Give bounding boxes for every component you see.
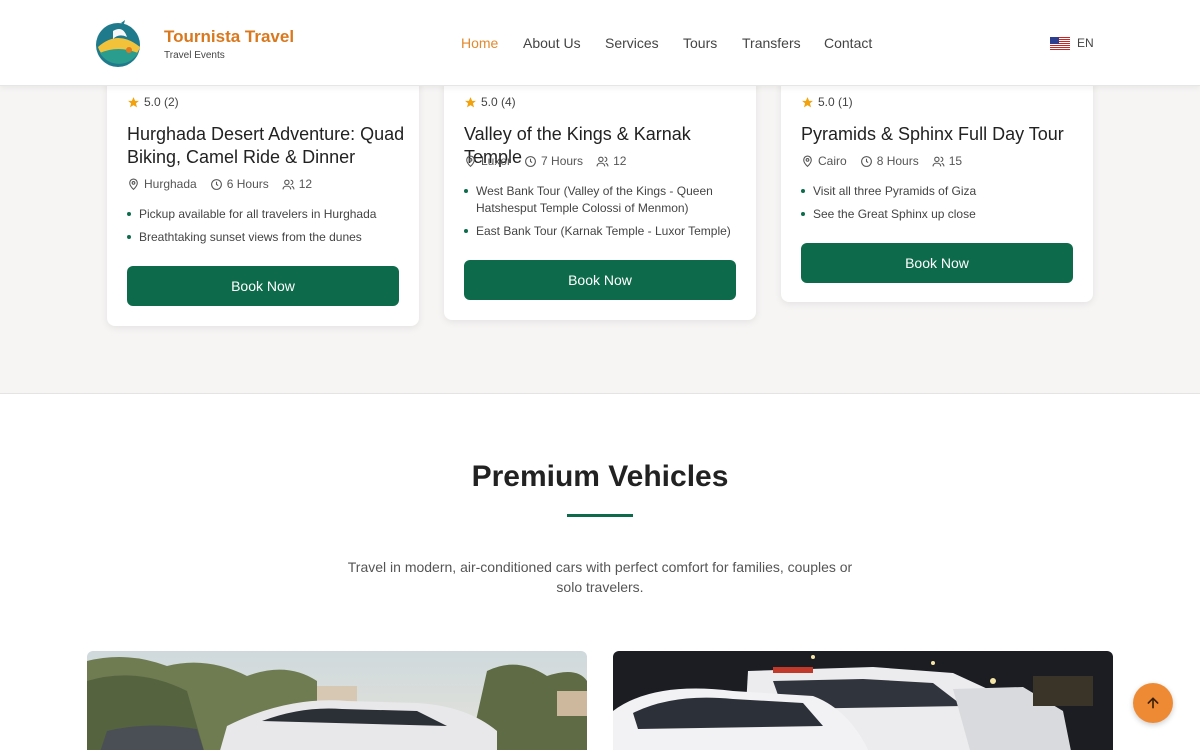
list-item: West Bank Tour (Valley of the Kings - Qu…	[464, 183, 734, 217]
star-icon	[465, 96, 476, 107]
book-now-button[interactable]: Book Now	[801, 243, 1073, 283]
book-now-button[interactable]: Book Now	[127, 266, 399, 306]
list-item: Breathtaking sunset views from the dunes	[127, 229, 376, 246]
vehicle-photo-night-image	[613, 651, 1113, 750]
map-pin-icon	[466, 155, 475, 167]
tour-duration: 6 Hours	[210, 177, 269, 191]
nav-about-us[interactable]: About Us	[523, 35, 581, 51]
nav-transfers[interactable]: Transfers	[742, 35, 801, 51]
vehicles-description: Travel in modern, air-conditioned cars w…	[347, 559, 853, 595]
us-flag-icon	[1050, 36, 1070, 50]
tour-highlights: Visit all three Pyramids of Giza See the…	[801, 183, 976, 229]
main-nav: Home About Us Services Tours Transfers C…	[0, 35, 1200, 53]
language-selector[interactable]: EN	[1050, 36, 1094, 50]
tour-card-cairo: 5.0 (1) Pyramids & Sphinx Full Day Tour …	[781, 76, 1093, 302]
tour-highlights: Pickup available for all travelers in Hu…	[127, 206, 376, 252]
tour-card-luxor: 5.0 (4) Valley of the Kings & Karnak Tem…	[444, 76, 756, 320]
list-item: Visit all three Pyramids of Giza	[801, 183, 976, 200]
nav-contact[interactable]: Contact	[824, 35, 872, 51]
vehicles-heading: Premium Vehicles	[471, 460, 729, 493]
tour-location: Luxor	[464, 154, 511, 168]
tour-group-size: 12	[282, 177, 312, 191]
arrow-up-icon	[1147, 697, 1159, 709]
tour-location: Cairo	[801, 154, 847, 168]
vehicle-photo-night	[613, 651, 1113, 750]
tour-location: Hurghada	[127, 177, 197, 191]
tour-meta: Luxor 7 Hours 12	[464, 154, 639, 168]
users-icon	[282, 179, 295, 189]
language-label: EN	[1077, 36, 1094, 50]
scroll-to-top-button[interactable]	[1133, 683, 1173, 723]
tour-rating: 5.0 (4)	[464, 95, 516, 109]
star-icon	[802, 96, 813, 107]
tour-rating: 5.0 (1)	[801, 95, 853, 109]
vehicle-photo-daytime-image	[87, 651, 587, 750]
rating-value: 5.0 (4)	[481, 95, 516, 109]
list-item: Pickup available for all travelers in Hu…	[127, 206, 376, 223]
star-icon	[128, 96, 139, 107]
tour-duration: 7 Hours	[524, 154, 583, 168]
tour-meta: Hurghada 6 Hours 12	[127, 177, 325, 191]
clock-icon	[210, 178, 222, 190]
tour-rating: 5.0 (2)	[127, 95, 179, 109]
rating-value: 5.0 (1)	[818, 95, 853, 109]
tour-duration: 8 Hours	[860, 154, 919, 168]
tours-section: 5.0 (2) Hurghada Desert Adventure: Quad …	[0, 76, 1200, 394]
clock-icon	[525, 155, 536, 167]
site-header: Tournista Travel Travel Events Home Abou…	[0, 0, 1200, 86]
nav-tours[interactable]: Tours	[683, 35, 717, 51]
rating-value: 5.0 (2)	[144, 95, 179, 109]
users-icon	[596, 156, 609, 166]
heading-underline	[567, 514, 633, 517]
vehicle-photo-daytime	[87, 651, 587, 750]
map-pin-icon	[129, 178, 138, 190]
nav-services[interactable]: Services	[605, 35, 659, 51]
book-now-button[interactable]: Book Now	[464, 260, 736, 300]
tour-title[interactable]: Hurghada Desert Adventure: Quad Biking, …	[127, 123, 407, 169]
tour-meta: Cairo 8 Hours 15	[801, 154, 975, 168]
list-item: See the Great Sphinx up close	[801, 206, 976, 223]
tour-highlights: West Bank Tour (Valley of the Kings - Qu…	[464, 183, 734, 246]
nav-home[interactable]: Home	[461, 35, 498, 51]
tour-group-size: 15	[932, 154, 962, 168]
clock-icon	[860, 155, 872, 167]
list-item: East Bank Tour (Karnak Temple - Luxor Te…	[464, 223, 734, 240]
tour-card-hurghada: 5.0 (2) Hurghada Desert Adventure: Quad …	[107, 76, 419, 326]
users-icon	[932, 156, 945, 166]
tour-title[interactable]: Pyramids & Sphinx Full Day Tour	[801, 123, 1081, 146]
map-pin-icon	[803, 155, 812, 167]
tour-group-size: 12	[596, 154, 626, 168]
